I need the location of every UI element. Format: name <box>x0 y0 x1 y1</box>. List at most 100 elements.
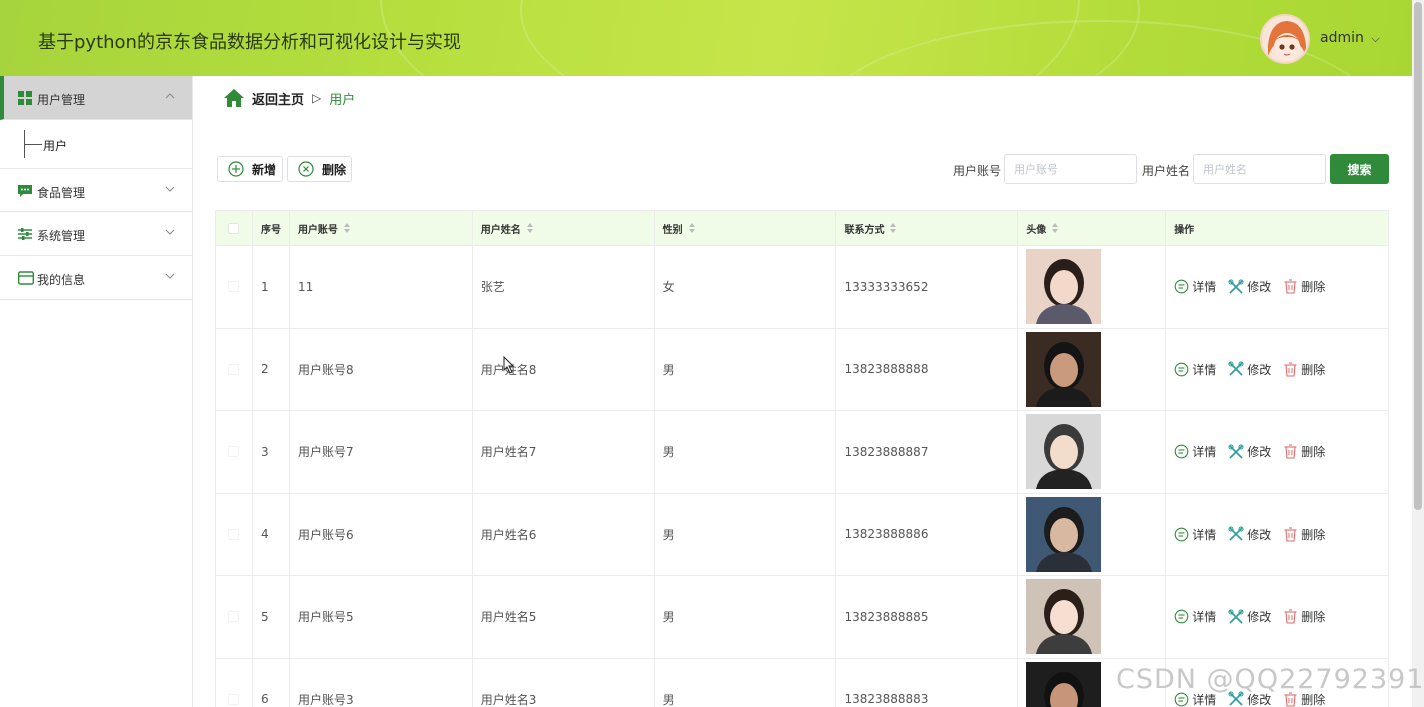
cell-actions: 详情 修改 删除 <box>1166 246 1389 328</box>
username-label: admin <box>1320 30 1364 46</box>
edit-button[interactable]: 修改 <box>1228 443 1271 460</box>
user-photo[interactable] <box>1026 661 1102 707</box>
detail-button[interactable]: 详情 <box>1174 608 1216 625</box>
edit-button[interactable]: 修改 <box>1228 361 1271 378</box>
row-checkbox[interactable] <box>228 611 240 623</box>
detail-button[interactable]: 详情 <box>1174 361 1216 378</box>
delete-button[interactable]: 删除 <box>1283 278 1325 295</box>
user-photo[interactable] <box>1026 496 1102 572</box>
delete-label: 删除 <box>1301 610 1326 625</box>
add-button[interactable]: 新增 <box>217 156 283 182</box>
user-photo[interactable] <box>1026 414 1102 490</box>
delete-button-label: 删除 <box>322 162 347 177</box>
detail-button[interactable]: 详情 <box>1174 443 1216 460</box>
add-button-label: 新增 <box>252 162 277 177</box>
edit-button[interactable]: 修改 <box>1228 278 1271 295</box>
table-header-row: 序号 用户账号 用户姓名 性别 联系方式 头像 操作 <box>216 211 1389 246</box>
column-header-label: 联系方式 <box>844 224 885 236</box>
edit-button[interactable]: 修改 <box>1228 608 1271 625</box>
delete-button[interactable]: 删除 <box>1283 361 1325 378</box>
delete-label: 删除 <box>1301 280 1326 295</box>
user-photo[interactable] <box>1026 331 1102 407</box>
detail-icon <box>1174 362 1189 377</box>
select-all-checkbox[interactable] <box>228 222 240 234</box>
tools-icon <box>1228 609 1244 624</box>
delete-button[interactable]: 删除 <box>1283 443 1325 460</box>
cell-phone: 13823888886 <box>836 493 1019 575</box>
chevron-down-icon <box>165 229 175 235</box>
user-avatar[interactable] <box>1260 14 1310 64</box>
row-checkbox[interactable] <box>228 446 240 458</box>
cell-phone: 13823888883 <box>836 658 1019 707</box>
delete-button[interactable]: 删除 <box>1283 526 1325 543</box>
row-select-cell <box>216 493 253 575</box>
sidebar-item-system-management[interactable]: 系统管理 <box>0 212 192 256</box>
column-header-label: 序号 <box>260 224 281 236</box>
cell-account: 用户账号7 <box>290 411 473 493</box>
plus-circle-icon <box>228 161 244 177</box>
cell-gender: 男 <box>655 411 837 493</box>
edit-label: 修改 <box>1247 610 1272 625</box>
detail-label: 详情 <box>1192 362 1217 377</box>
user-menu[interactable]: admin ⌵ <box>1320 30 1380 46</box>
sidebar-item-my-info[interactable]: 我的信息 <box>0 256 192 300</box>
table-body: 111张艺女13333333652详情修改删除2用户账号8用户姓名8男13823… <box>216 246 1389 707</box>
cell-name: 用户姓名8 <box>473 328 655 410</box>
cell-actions: 详情 修改 删除 <box>1166 576 1389 658</box>
trash-icon <box>1284 362 1297 377</box>
sidebar: 用户管理 用户 食品管理 系统管理 我的信息 <box>0 76 193 707</box>
detail-button[interactable]: 详情 <box>1174 526 1216 543</box>
user-photo[interactable] <box>1026 249 1102 325</box>
name-search-input[interactable] <box>1193 154 1326 184</box>
user-photo[interactable] <box>1026 579 1102 655</box>
edit-label: 修改 <box>1247 280 1272 295</box>
cell-name: 用户姓名3 <box>473 658 655 707</box>
trash-icon <box>1284 527 1297 542</box>
column-header-account[interactable]: 用户账号 <box>290 211 473 245</box>
detail-label: 详情 <box>1192 610 1217 625</box>
row-checkbox[interactable] <box>228 363 240 375</box>
column-header-index: 序号 <box>253 211 290 245</box>
delete-button[interactable]: 删除 <box>1283 608 1325 625</box>
edit-label: 修改 <box>1247 362 1272 377</box>
row-checkbox[interactable] <box>228 693 240 705</box>
cell-index: 5 <box>253 576 290 658</box>
chevron-down-icon <box>165 273 175 279</box>
table-row: 4 用户账号6 用户姓名6 男 13823888886 详情 修改 删除 <box>216 493 1389 576</box>
sidebar-item-label: 系统管理 <box>37 229 86 243</box>
row-checkbox[interactable] <box>228 528 240 540</box>
row-checkbox[interactable] <box>228 281 240 293</box>
select-all-cell <box>216 211 253 245</box>
column-header-label: 用户账号 <box>297 224 338 236</box>
sidebar-subitem-user[interactable]: 用户 <box>0 120 192 168</box>
column-header-avatar[interactable]: 头像 <box>1018 211 1167 245</box>
detail-icon <box>1174 609 1189 624</box>
edit-label: 修改 <box>1247 527 1272 542</box>
home-icon[interactable] <box>224 89 244 107</box>
sort-icon[interactable] <box>688 223 695 233</box>
table-row: 1 11 张艺女 13333333652 详情 修改 删除 <box>216 246 1389 329</box>
column-header-gender[interactable]: 性别 <box>655 211 837 245</box>
cell-avatar <box>1018 411 1167 493</box>
edit-button[interactable]: 修改 <box>1228 526 1271 543</box>
sort-icon[interactable] <box>526 223 533 233</box>
cell-gender: 男 <box>655 328 837 410</box>
cell-index: 3 <box>253 411 290 493</box>
card-icon <box>18 271 34 285</box>
page-scrollbar-thumb[interactable] <box>1414 2 1422 510</box>
sidebar-item-user-management[interactable]: 用户管理 <box>0 76 192 120</box>
search-button[interactable]: 搜索 <box>1330 154 1389 184</box>
batch-delete-button[interactable]: 删除 <box>287 156 352 182</box>
sort-icon[interactable] <box>1052 223 1059 233</box>
detail-button[interactable]: 详情 <box>1174 278 1216 295</box>
sort-icon[interactable] <box>343 223 350 233</box>
sidebar-item-food-management[interactable]: 食品管理 <box>0 168 192 212</box>
account-search-input[interactable] <box>1004 154 1137 184</box>
breadcrumb-current: 用户 <box>329 92 356 108</box>
column-header-phone[interactable]: 联系方式 <box>836 211 1019 245</box>
column-header-name[interactable]: 用户姓名 <box>473 211 655 245</box>
cell-actions: 详情 修改 删除 <box>1166 411 1389 493</box>
cell-account: 用户账号5 <box>290 576 473 658</box>
breadcrumb-home-link[interactable]: 返回主页 <box>252 89 304 108</box>
sort-icon[interactable] <box>890 223 897 233</box>
